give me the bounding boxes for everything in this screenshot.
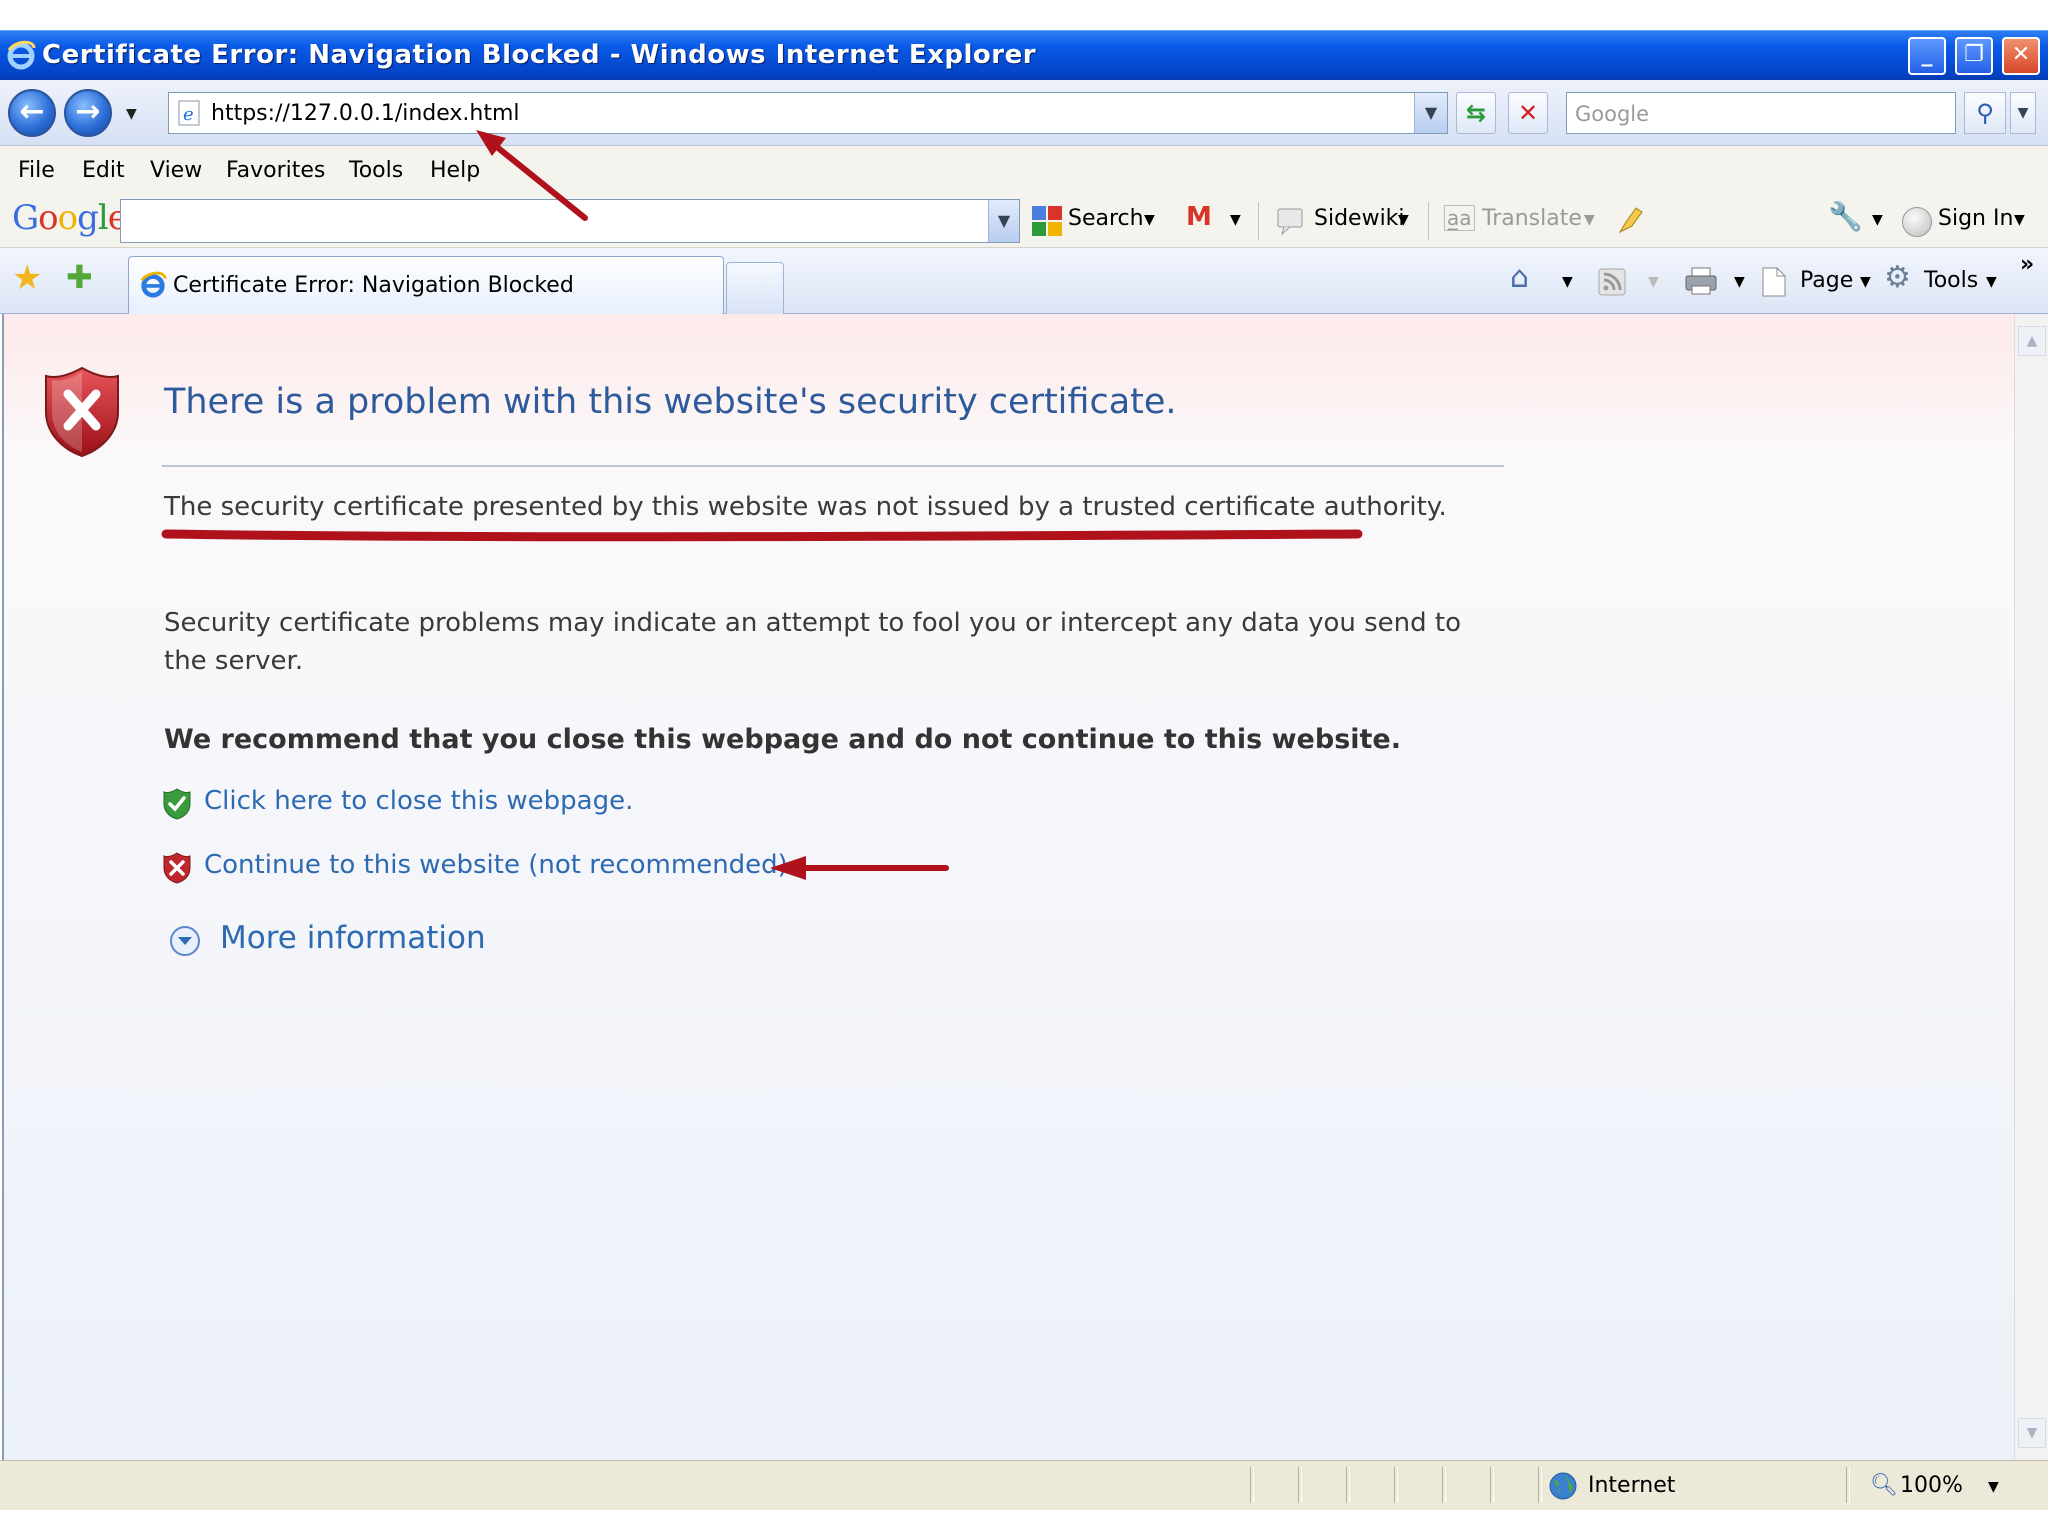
status-divider <box>1250 1467 1254 1503</box>
url-annotation-arrow <box>476 130 588 221</box>
status-divider <box>1442 1467 1446 1503</box>
status-bar: Internet 🔍︎ 100% ▼ <box>0 1460 2048 1510</box>
certificate-underline-annotation <box>161 529 1363 542</box>
zoom-dropdown-icon[interactable]: ▼ <box>1988 1479 1999 1495</box>
continue-link-annotation-arrow <box>770 856 949 880</box>
annotation-layer <box>161 130 1363 880</box>
status-divider <box>1846 1467 1850 1503</box>
zoom-icon: 🔍︎ <box>1870 1473 1898 1498</box>
internet-globe-icon <box>1549 1472 1577 1500</box>
security-zone-label: Internet <box>1588 1473 1676 1498</box>
status-divider <box>1394 1467 1398 1503</box>
status-divider <box>1298 1467 1302 1503</box>
status-divider <box>1538 1467 1542 1503</box>
status-divider <box>1490 1467 1494 1503</box>
status-divider <box>1346 1467 1350 1503</box>
zoom-level[interactable]: 100% <box>1900 1473 1963 1498</box>
